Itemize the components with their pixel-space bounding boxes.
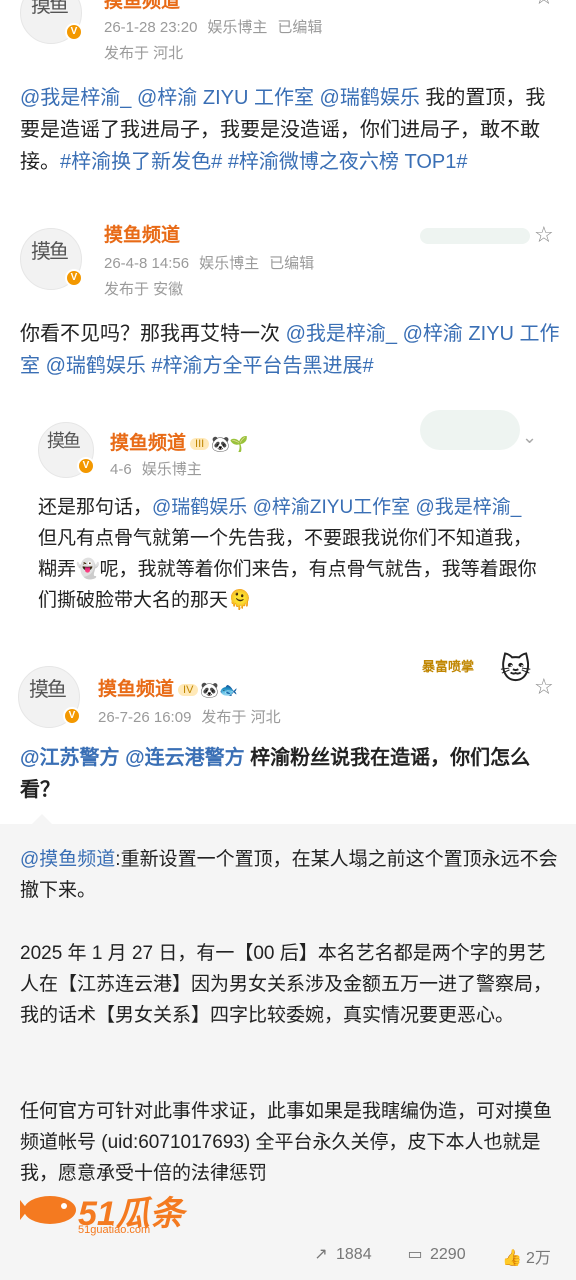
repost-icon: ↗ [314,1246,328,1263]
avatar-glyph: 摸鱼 [29,677,67,701]
comment-count: 2290 [430,1246,466,1263]
sub-post-text: 还是那句话，@瑞鹤娱乐 @梓渝ZIYU工作室 @我是梓渝_ 但凡有点骨气就第一个… [38,497,537,611]
decoration-cloud [420,228,530,244]
mention-link[interactable]: @瑞鹤娱乐 [320,87,420,109]
mention-link[interactable]: @摸鱼频道 [20,849,115,870]
watermark-logo: 51瓜条 51guatiao.com [20,1188,200,1236]
like-count: 2万 [526,1250,551,1267]
decoration-text: 暴富喷掌 [422,659,475,674]
repost-count: 1884 [336,1246,372,1263]
panda-icon: 🐼🌱 [211,435,249,453]
mention-link[interactable]: @我是梓渝_ [286,323,397,345]
star-icon[interactable]: ☆ [534,676,556,698]
quoted-paragraph-3: 任何官方可针对此事件求证，此事如果是我瞎编伪造，可对摸鱼频道帐号 (uid:60… [20,1101,553,1184]
mention-link[interactable]: @连云港警方 [125,747,245,769]
mention-link[interactable]: @梓渝ZIYU工作室 [253,497,411,518]
chevron-down-icon[interactable]: ⌄ [522,426,544,448]
post-location: 发布于 河北 [104,45,184,62]
avatar[interactable]: 摸鱼 V [38,422,95,478]
post-meta: 26-4-8 14:56 娱乐博主 已编辑 [104,252,324,273]
quote-notch [32,814,52,824]
mention-link[interactable]: @梓渝 ZIYU 工作室 [137,87,314,109]
avatar-glyph: 摸鱼 [31,0,69,17]
hashtag-link[interactable]: #梓渝换了新发色# [60,151,222,173]
main-post-text: @江苏警方 @连云港警方 梓渝粉丝说我在造谣，你们怎么看？ [20,747,531,801]
quoted-paragraph-2: 2025 年 1 月 27 日，有一【00 后】本名艺名都是两个字的男艺人在【江… [20,943,553,1026]
avatar[interactable]: 摸鱼 V [20,0,83,44]
mention-link[interactable]: @我是梓渝_ [20,87,131,109]
post-date: 26-7-26 16:09 [98,709,192,726]
avatar[interactable]: 摸鱼 V [18,666,81,728]
cat-sticker-icon: 🐱 [500,653,532,686]
verified-badge-icon: V [77,457,95,475]
author-name[interactable]: 摸鱼频道 III 🐼🌱 [110,428,249,455]
watermark-site: 51guatiao.com [78,1224,151,1236]
verified-badge-icon: V [65,23,83,41]
main-post[interactable]: 暴富喷掌 🐱 摸鱼 V 摸鱼频道 IV 🐼🐟 ☆ 26-7-26 16:09 发布于 … [0,652,576,824]
post-date: 4-6 [110,461,132,478]
repost-button[interactable]: ↗ 1884 [312,1244,372,1264]
post-2[interactable]: 摸鱼 V 摸鱼频道 ☆ 26-4-8 14:56 娱乐博主 已编辑 发布于 安徽 你… [0,224,576,398]
author-role: 娱乐博主 [199,255,260,272]
comment-button[interactable]: ▭ 2290 [406,1244,466,1264]
mention-link[interactable]: @我是梓渝_ [415,497,521,518]
post-meta: 26-7-26 16:09 发布于 河北 [98,706,291,727]
post-location: 发布于 河北 [201,709,281,726]
post-meta: 26-1-28 23:20 娱乐博主 已编辑 [104,16,332,37]
author-name[interactable]: 摸鱼频道 IV 🐼🐟 [98,674,238,701]
like-icon: 👍 [502,1250,522,1267]
verified-badge-icon: V [65,269,83,287]
post-text: @我是梓渝_ @梓渝 ZIYU 工作室 @瑞鹤娱乐 我的置顶，我要是造谣了我进局… [20,87,546,173]
post-text: 你看不见吗？那我再艾特一次 @我是梓渝_ @梓渝 ZIYU 工作室 @瑞鹤娱乐 … [20,323,560,377]
edited-label: 已编辑 [269,255,315,272]
author-role: 娱乐博主 [207,19,268,36]
author-role: 娱乐博主 [141,461,202,478]
avatar[interactable]: 摸鱼 V [20,228,83,290]
mention-link[interactable]: @江苏警方 [20,747,120,769]
comment-icon: ▭ [407,1246,423,1263]
post-location: 发布于 安徽 [104,281,184,298]
panda-icon: 🐼🐟 [200,681,238,699]
post-1[interactable]: 摸鱼 V 摸鱼频道 ☆ 26-1-28 23:20娱乐博主已编辑 发布于 河北 … [0,0,576,228]
decoration-sticker: 暴富喷掌 🐱 [412,652,552,696]
sub-post[interactable]: 摸鱼 V 摸鱼频道 III 🐼🌱 4-6 娱乐博主 ⌄ 还是那句话，@瑞鹤娱乐 @梓渝… [0,400,576,648]
avatar-glyph: 摸鱼 [47,431,81,452]
star-icon[interactable]: ☆ [534,224,556,246]
like-button[interactable]: 👍 2万 [502,1244,551,1268]
quoted-paragraph-1: @摸鱼频道:重新设置一个置顶，在某人塌之前这个置顶永远不会撤下来。 [20,849,558,901]
post-date: 26-1-28 23:20 [104,19,198,36]
action-bar: ↗ 1884 ▭ 2290 👍 2万 [0,1236,576,1276]
level-badge: III [190,437,210,450]
level-badge: IV [178,683,199,696]
mention-link[interactable]: @瑞鹤娱乐 [152,497,247,518]
post-meta: 4-6 娱乐博主 [110,458,212,479]
edited-label: 已编辑 [277,19,323,36]
author-name[interactable]: 摸鱼频道 [104,0,180,13]
avatar-glyph: 摸鱼 [31,239,69,263]
fish-logo-icon [20,1196,76,1224]
mention-link[interactable]: @瑞鹤娱乐 [46,355,146,377]
post-date: 26-4-8 14:56 [104,255,190,272]
decoration-cloud [420,410,520,450]
verified-badge-icon: V [63,707,81,725]
author-name[interactable]: 摸鱼频道 [104,220,180,247]
hashtag-link[interactable]: #梓渝微博之夜六榜 TOP1# [228,151,468,173]
star-icon[interactable]: ☆ [534,0,556,8]
hashtag-link[interactable]: #梓渝方全平台告黑进展# [151,355,373,377]
